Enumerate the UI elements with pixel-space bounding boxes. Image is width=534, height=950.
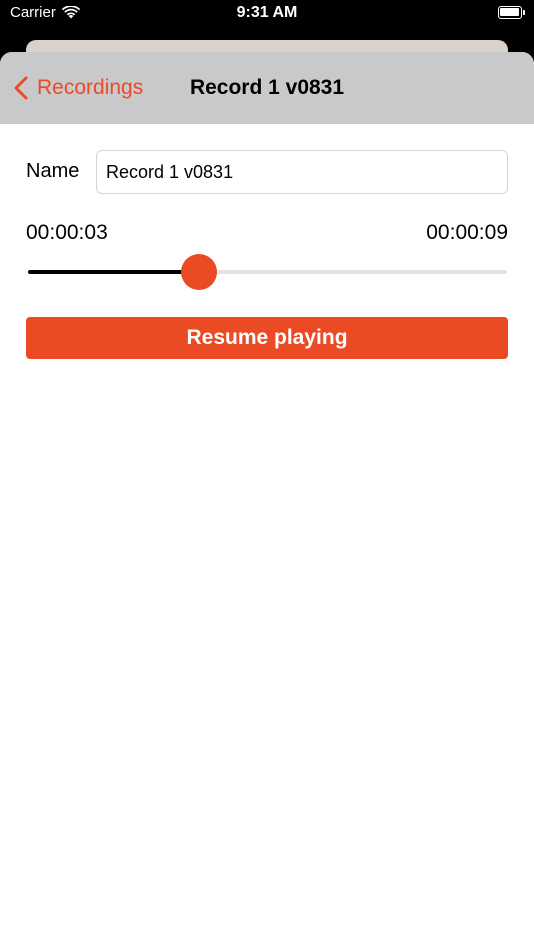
battery-icon [498,6,525,19]
slider-fill [28,270,199,274]
name-input[interactable] [96,150,508,194]
playback-slider[interactable] [28,253,507,291]
total-time: 00:00:09 [426,221,508,244]
status-bar: Carrier 9:31 AM [0,0,534,30]
elapsed-time: 00:00:03 [26,221,108,244]
name-label: Name [26,160,80,182]
status-time: 9:31 AM [236,4,298,21]
resume-playing-button[interactable]: Resume playing [26,317,508,359]
navigation-bar: Recordings Record 1 v0831 [0,52,534,124]
page-title: Record 1 v0831 [189,76,345,99]
recording-sheet: Recordings Record 1 v0831 Name 00:00:03 … [0,52,534,950]
slider-thumb[interactable] [181,254,217,290]
